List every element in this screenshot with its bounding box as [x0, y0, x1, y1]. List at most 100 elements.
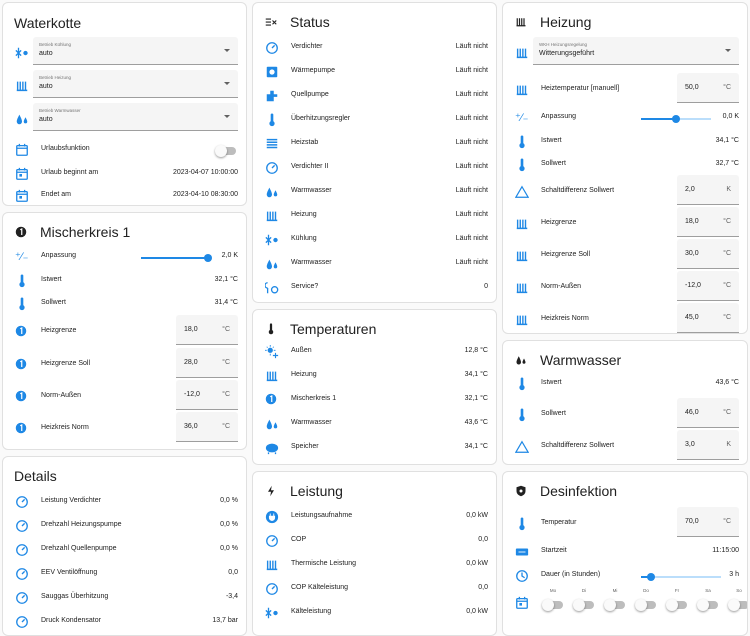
thermometer-icon	[515, 377, 531, 393]
betrieb-heizung-select[interactable]: Betrieb Heizung auto	[33, 70, 238, 98]
row-label: Norm-Außen	[541, 283, 582, 290]
weekday-toggle[interactable]	[728, 599, 747, 611]
weekday-toggle[interactable]	[604, 599, 625, 611]
radiator-icon	[515, 217, 531, 233]
row-value: 0,0 kW	[466, 512, 488, 519]
input-value: 28,0	[184, 359, 198, 366]
status-row: Wärmepumpe Läuft nicht	[253, 61, 496, 85]
status-row: Verdichter Läuft nicht	[253, 37, 496, 61]
betrieb-heizung-row: Betrieb Heizung auto	[3, 70, 246, 100]
betrieb-warmwasser-select[interactable]: Betrieb Warmwasser auto	[33, 103, 238, 131]
power-row: Thermische Leistung 0,0 kW	[253, 554, 496, 578]
weekday-label: Do	[643, 588, 649, 593]
heizgrenze-soll-row: Heizgrenze Soll 28,0 °C	[3, 348, 246, 378]
urlaub-endet-row: Endet am 2023-04-10 08:30:00	[3, 185, 246, 205]
weekday-toggle[interactable]	[666, 599, 687, 611]
row-value: 32,7 °C	[715, 160, 739, 167]
number-input[interactable]: 45,0 °C	[677, 303, 739, 333]
row-value: Läuft nicht	[455, 187, 488, 194]
row-value: 43,6 °C	[464, 419, 488, 426]
row-label: Heizgrenze Soll	[541, 251, 591, 258]
anpassung-slider[interactable]	[141, 254, 212, 262]
thermometer-icon	[515, 135, 531, 151]
temperatur-input[interactable]: 70,0 °C	[677, 507, 739, 537]
heizgrenze-input[interactable]: 18,0 °C	[176, 315, 238, 345]
heiztemperatur-input[interactable]: 50,0 °C	[677, 73, 739, 103]
water-drops-icon	[15, 112, 31, 128]
status-row: Verdichter II Läuft nicht	[253, 157, 496, 181]
row-value[interactable]: 11:15:00	[712, 547, 739, 554]
triangle-icon	[515, 185, 531, 201]
heizgrenze-soll-input[interactable]: 28,0 °C	[176, 348, 238, 378]
row-label: Wärmepumpe	[291, 67, 335, 74]
status-row: Warmwasser Läuft nicht	[253, 253, 496, 277]
pump-icon	[265, 89, 281, 105]
number-input[interactable]: 18,0 °C	[677, 207, 739, 237]
row-value: 2023-04-07 10:00:00	[173, 169, 238, 176]
heizkreis-norm-input[interactable]: 36,0 °C	[176, 412, 238, 442]
dauer-slider[interactable]	[641, 573, 721, 581]
weekday-toggle[interactable]	[542, 599, 563, 611]
heating-rod-icon	[265, 137, 281, 153]
row-value: 34,1 °C	[715, 137, 739, 144]
row-value: Läuft nicht	[455, 43, 488, 50]
number-input[interactable]: -12,0 °C	[677, 271, 739, 301]
slider-handle[interactable]	[203, 254, 212, 262]
thermometer-icon	[15, 274, 31, 290]
status-card: Status Verdichter Läuft nicht Wärmepumpe Lä…	[252, 2, 497, 303]
norm-aussen-input[interactable]: -12,0 °C	[176, 380, 238, 410]
slider-handle[interactable]	[646, 573, 655, 581]
detail-row: Drehzahl Quellenpumpe 0,0 %	[3, 539, 246, 563]
number-input[interactable]: 2,0 K	[677, 175, 739, 205]
input-unit: °C	[222, 326, 230, 333]
row-label: Temperatur	[541, 519, 577, 526]
snow-sun-icon	[265, 233, 281, 249]
heizgrenze-row: Heizgrenze 18,0 °C	[3, 315, 246, 345]
status-row: Heizstab Läuft nicht	[253, 133, 496, 157]
calendar-icon	[15, 143, 31, 159]
row-label: Sollwert	[41, 299, 66, 306]
input-value: -12,0	[685, 282, 701, 289]
input-unit: K	[726, 186, 731, 193]
plus-minus-icon: ⁺∕₋	[515, 112, 529, 124]
betrieb-kuehlung-select[interactable]: Betrieb Kühlung auto	[33, 37, 238, 65]
input-value: 45,0	[685, 314, 699, 321]
circle-one-icon	[15, 422, 31, 438]
gauge-icon	[265, 582, 281, 598]
card-title: Leistung	[290, 483, 343, 499]
row-label: Außen	[291, 347, 312, 354]
number-input[interactable]: 30,0 °C	[677, 239, 739, 269]
weekday-toggle[interactable]	[635, 599, 656, 611]
number-input[interactable]: 46,0 °C	[677, 398, 739, 428]
row-value: Läuft nicht	[455, 139, 488, 146]
urlaubsfunktion-toggle[interactable]	[215, 145, 236, 157]
anpassung-slider[interactable]	[641, 115, 711, 123]
radiator-icon	[265, 369, 281, 385]
radiator-icon	[515, 249, 531, 265]
heizungsregelung-select[interactable]: WKH Heizungsregelung Witterungsgeführt	[533, 37, 739, 65]
row-label: COP	[291, 536, 307, 543]
input-value: 70,0	[685, 518, 699, 525]
row-label: Dauer (in Stunden)	[541, 571, 601, 578]
row-label: Heizgrenze Soll	[41, 360, 91, 367]
row-label: Sauggas Überhitzung	[41, 593, 109, 600]
weekday-toggle[interactable]	[697, 599, 718, 611]
input-unit: K	[726, 441, 731, 448]
status-row: Warmwasser Läuft nicht	[253, 181, 496, 205]
input-value: 46,0	[685, 409, 699, 416]
water-drops-icon	[265, 417, 281, 433]
thermometer-icon	[515, 158, 531, 174]
select-value: auto	[39, 116, 53, 123]
water-drops-icon	[265, 257, 281, 273]
desinfektion-card: Desinfektion Temperatur 70,0 °C Startzeit…	[502, 471, 748, 636]
dauer-row: Dauer (in Stunden) 3 h	[503, 565, 747, 589]
row-value: 0,0 %	[220, 497, 238, 504]
slider-handle[interactable]	[672, 115, 680, 123]
radiator-icon	[515, 16, 531, 32]
anpassung-row: ⁺∕₋ Anpassung 2,0 K	[3, 246, 246, 270]
number-input[interactable]: 3,0 K	[677, 430, 739, 460]
row-value: 0,0	[478, 536, 488, 543]
row-value: 2,0 K	[221, 252, 238, 259]
list-status-icon	[265, 16, 281, 32]
weekday-toggle[interactable]	[573, 599, 594, 611]
